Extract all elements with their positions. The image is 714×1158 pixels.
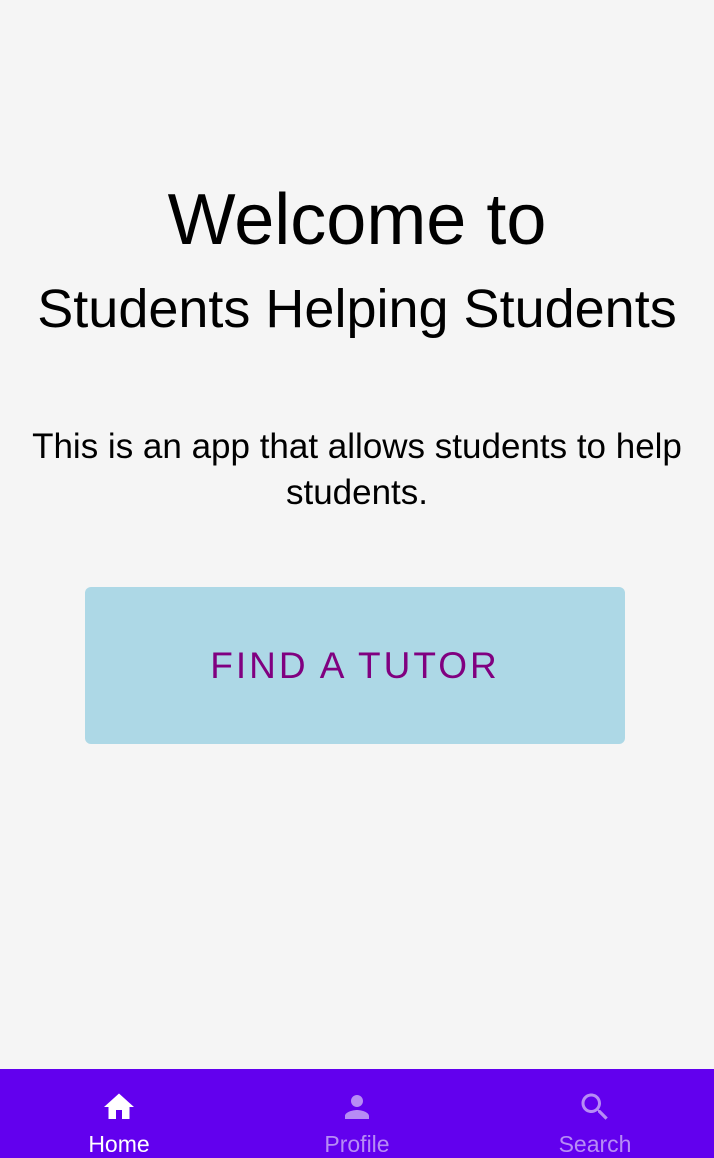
home-screen: Welcome to Students Helping Students Thi… [0, 0, 714, 1158]
app-name-heading: Students Helping Students [37, 279, 677, 339]
find-tutor-label: FIND A TUTOR [210, 644, 500, 686]
app-description: This is an app that allows students to h… [32, 427, 682, 512]
search-icon [577, 1089, 613, 1125]
nav-item-search[interactable]: Search [476, 1069, 714, 1158]
nav-label-search: Search [558, 1131, 632, 1157]
find-tutor-button[interactable]: FIND A TUTOR [85, 587, 625, 744]
welcome-heading: Welcome to [167, 180, 547, 260]
home-icon [101, 1089, 137, 1125]
bottom-navigation-bar: Home Profile Search [0, 1069, 714, 1158]
nav-label-profile: Profile [324, 1131, 390, 1157]
nav-item-profile[interactable]: Profile [238, 1069, 476, 1158]
nav-item-home[interactable]: Home [0, 1069, 238, 1158]
person-icon [339, 1089, 375, 1125]
nav-label-home: Home [88, 1131, 150, 1157]
